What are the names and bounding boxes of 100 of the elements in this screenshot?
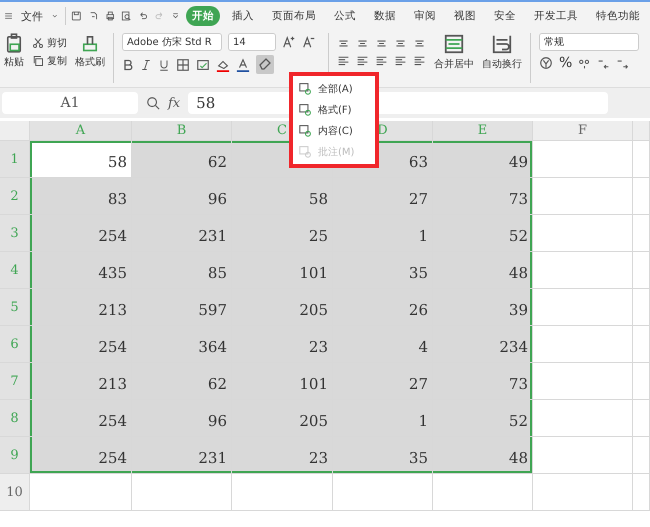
- distribute-icon[interactable]: [413, 54, 426, 67]
- number-format-field[interactable]: 常规: [539, 33, 639, 51]
- merge-center-button[interactable]: 合并居中: [434, 33, 474, 84]
- format-painter-button[interactable]: 格式刷: [75, 33, 105, 84]
- table-cell: 48: [433, 437, 533, 474]
- table-cell: 52: [433, 215, 533, 252]
- table-cell: 85: [132, 252, 232, 289]
- table-cell: 73: [433, 363, 533, 400]
- percent-button[interactable]: %: [559, 55, 572, 71]
- table-cell: 25: [232, 215, 333, 252]
- ribbon-tab[interactable]: 插入: [226, 6, 260, 26]
- wrap-text-icon[interactable]: [491, 33, 513, 55]
- table-cell: [633, 400, 650, 437]
- ribbon-tab[interactable]: 公式: [328, 6, 362, 26]
- paste-button[interactable]: 粘贴: [4, 33, 24, 84]
- wrap-text-button[interactable]: 自动换行: [482, 33, 522, 84]
- table-cell: 597: [132, 289, 232, 326]
- table-cell: [633, 215, 650, 252]
- ribbon-tab[interactable]: 视图: [448, 6, 482, 26]
- ribbon-tab[interactable]: 审阅: [408, 6, 442, 26]
- table-cell: [633, 326, 650, 363]
- clear-item-icon: [299, 82, 312, 95]
- table-cell: 27: [333, 363, 433, 400]
- table-cell: 83: [30, 178, 132, 215]
- clear-item-icon: [299, 103, 312, 116]
- table-cell: 49: [433, 141, 533, 178]
- underline-icon[interactable]: [158, 58, 170, 70]
- table-cell: 96: [132, 400, 232, 437]
- table-cell: 26: [333, 289, 433, 326]
- clear-item-icon: [299, 124, 312, 137]
- table-cell: 234: [433, 326, 533, 363]
- file-menu[interactable]: 文件: [19, 8, 46, 24]
- table-cell: 62: [132, 363, 232, 400]
- ribbon-tab[interactable]: 特色功能: [590, 6, 646, 26]
- grow-font-icon[interactable]: [282, 35, 296, 49]
- zoom-icon[interactable]: [146, 96, 160, 110]
- align-left-icon[interactable]: [337, 54, 350, 67]
- table-cell: 231: [132, 437, 232, 474]
- table-cell: 58: [232, 178, 333, 215]
- table-cell: 4: [333, 326, 433, 363]
- table-cell: 96: [132, 178, 232, 215]
- table-cell: 23: [232, 326, 333, 363]
- save-icon[interactable]: [71, 9, 82, 23]
- clipboard-icon[interactable]: [4, 33, 24, 53]
- copy-icon[interactable]: [32, 55, 44, 67]
- currency-icon[interactable]: [539, 56, 553, 70]
- copy-button[interactable]: 复制: [32, 54, 67, 68]
- align-right-icon[interactable]: [375, 54, 388, 67]
- table-cell: 364: [132, 326, 232, 363]
- ribbon-tab[interactable]: 安全: [488, 6, 522, 26]
- table-cell: 213: [30, 289, 132, 326]
- print-icon[interactable]: [104, 9, 116, 23]
- table-cell: 39: [433, 289, 533, 326]
- table-cell: 231: [132, 215, 232, 252]
- ribbon-tab[interactable]: 开发工具: [528, 6, 584, 26]
- ribbon-tab[interactable]: 页面布局: [266, 6, 322, 26]
- table-cell: 73: [433, 178, 533, 215]
- merge-cells-icon[interactable]: [443, 33, 465, 55]
- column-header[interactable]: F: [533, 121, 633, 141]
- table-cell: 23: [232, 437, 333, 474]
- paintbrush-icon[interactable]: [80, 33, 100, 53]
- align-center-icon[interactable]: [356, 54, 369, 67]
- table-cell: 1: [333, 215, 433, 252]
- function-label[interactable]: fx: [168, 96, 180, 110]
- table-cell: [633, 252, 650, 289]
- table-cell: 58: [30, 141, 132, 178]
- font-color-icon[interactable]: [236, 58, 250, 72]
- table-cell: [633, 437, 650, 474]
- font-size-field[interactable]: 14: [228, 33, 276, 51]
- table-cell: 254: [30, 215, 132, 252]
- table-cell: 35: [333, 252, 433, 289]
- table-cell: 101: [232, 252, 333, 289]
- font-name-field[interactable]: Adobe 仿宋 Std R: [122, 33, 222, 51]
- table-cell: 435: [30, 252, 132, 289]
- row-header[interactable]: 10: [0, 474, 30, 511]
- shrink-font-icon[interactable]: [302, 35, 316, 49]
- scissors-icon[interactable]: [32, 37, 44, 49]
- ribbon-tab[interactable]: 数据: [368, 6, 402, 26]
- table-cell: [633, 178, 650, 215]
- fill-style-icon[interactable]: [196, 58, 210, 72]
- table-cell: 254: [30, 400, 132, 437]
- name-box[interactable]: A1: [2, 92, 138, 114]
- table-cell: 35: [333, 437, 433, 474]
- table-cell: 254: [30, 326, 132, 363]
- table-cell: [633, 141, 650, 178]
- bold-icon[interactable]: [122, 58, 134, 70]
- italic-icon[interactable]: [140, 58, 152, 70]
- table-cell: 1: [333, 400, 433, 437]
- table-cell: 205: [232, 400, 333, 437]
- cut-button[interactable]: 剪切: [32, 36, 67, 50]
- table-cell: 101: [232, 363, 333, 400]
- borders-icon[interactable]: [176, 58, 190, 72]
- table-cell: 62: [132, 141, 232, 178]
- print-preview-icon[interactable]: [121, 9, 132, 23]
- justify-icon[interactable]: [394, 54, 407, 67]
- thousands-separator-icon[interactable]: [578, 56, 592, 70]
- table-cell: 205: [232, 289, 333, 326]
- table-cell: 52: [433, 400, 533, 437]
- clear-item-icon: [299, 145, 312, 158]
- table-cell: 254: [30, 437, 132, 474]
